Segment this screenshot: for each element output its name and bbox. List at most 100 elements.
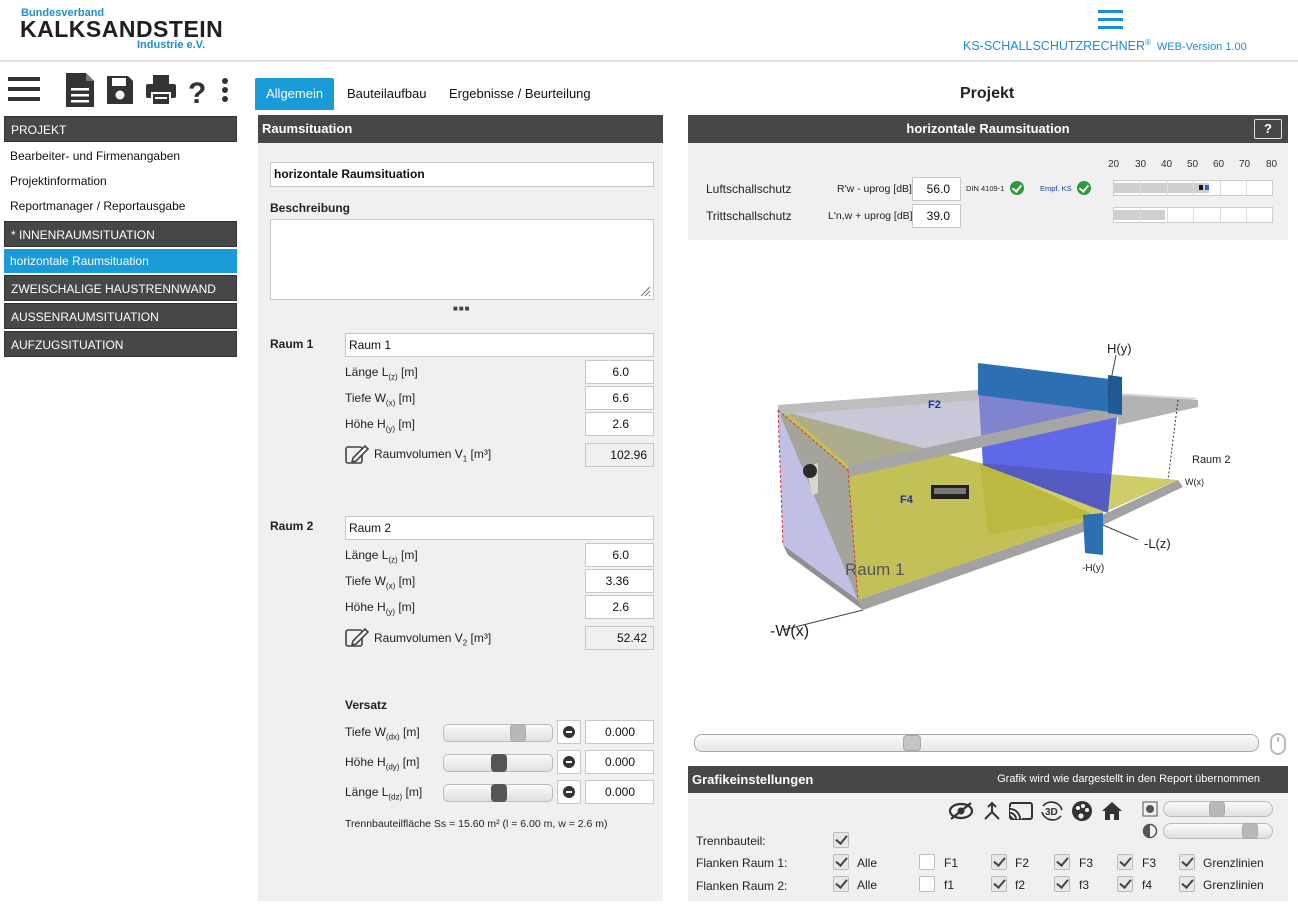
sidebar-item-horizontale[interactable]: horizontale Raumsituation [4,249,237,273]
label-hy: H(y) [1107,341,1132,356]
flank1-f3b-label: F3 [1142,856,1157,870]
offset-dy-input[interactable]: 0.000 [585,750,654,774]
contrast-thumb[interactable] [1242,823,1258,839]
print-icon[interactable] [145,72,177,108]
flank1-label: Flanken Raum 1: [696,856,788,870]
sidebar-item-projektinformation[interactable]: Projektinformation [4,169,237,194]
room1-volume-label: Raumvolumen V1 [m³] [374,447,492,464]
sidebar-header-project[interactable]: PROJEKT [4,116,237,142]
room2-length-input[interactable]: 6.0 [585,543,654,567]
room2-name-input[interactable]: Raum 2 [345,516,654,540]
hide-eye-icon[interactable] [948,801,974,821]
mouse-icon[interactable] [1270,733,1286,755]
flank1-f3b-checkbox[interactable] [1117,854,1133,870]
3d-view-icon[interactable]: 3D [1038,798,1066,824]
flank1-f3-checkbox[interactable] [1054,854,1070,870]
offset-dy-thumb[interactable] [491,754,507,772]
offset-dz-slider[interactable] [443,784,553,802]
scale-70: 70 [1239,159,1251,170]
offset-dz-input[interactable]: 0.000 [585,780,654,804]
room2-height-input[interactable]: 2.6 [585,595,654,619]
flank2-f2-checkbox[interactable] [991,876,1007,892]
sidebar-header-aussenraum[interactable]: AUSSENRAUMSITUATION [4,303,237,329]
tab-bauteilaufbau[interactable]: Bauteilaufbau [347,78,427,110]
contrast-slider[interactable] [1163,823,1273,839]
help-icon[interactable]: ? [187,72,209,110]
label-lz: -L(z) [1144,536,1171,551]
flank1-alle-checkbox[interactable] [833,854,849,870]
room1-name-input[interactable]: Raum 1 [345,333,654,357]
cast-icon[interactable] [1008,800,1034,822]
flank2-f4-checkbox[interactable] [1117,876,1133,892]
flank2-alle-checkbox[interactable] [833,876,849,892]
axes-icon[interactable] [982,801,1002,821]
results-header: horizontale Raumsituation ? [688,115,1288,143]
brightness-thumb[interactable] [1209,801,1225,817]
offset-dx-label: Tiefe W(dx) [m] [345,725,420,742]
tab-ergebnisse[interactable]: Ergebnisse / Beurteilung [449,78,591,110]
label-f4: F4 [900,494,914,506]
scale-60: 60 [1213,159,1225,170]
palette-icon[interactable] [1071,800,1093,822]
flank1-grenzlinien-label: Grenzlinien [1203,856,1264,870]
label-mhy: -H(y) [1082,563,1104,574]
trennbauteil-label: Trennbauteil: [696,834,766,848]
main-menu-icon[interactable] [1098,10,1123,30]
scale-80: 80 [1266,159,1278,170]
home-icon[interactable] [1100,800,1124,822]
graphic-rotation-slider[interactable] [694,734,1259,752]
results-help-button[interactable]: ? [1254,119,1282,139]
room1-length-input[interactable]: 6.0 [585,360,654,384]
minus-icon [563,786,575,798]
flank2-grenzlinien-checkbox[interactable] [1179,876,1195,892]
beschreibung-label: Beschreibung [270,201,351,215]
sidebar-item-bearbeiter[interactable]: Bearbeiter- und Firmenangaben [4,144,237,169]
airborne-bar-fill [1114,183,1209,193]
flank1-grenzlinien-checkbox[interactable] [1179,854,1195,870]
offset-dy-slider[interactable] [443,754,553,772]
sidebar-header-haustrennwand[interactable]: ZWEISCHALIGE HAUSTRENNWAND [4,275,237,301]
flank2-f1-checkbox[interactable] [919,876,935,892]
offset-dz-thumb[interactable] [491,784,507,802]
menu-icon[interactable] [8,72,40,108]
offset-dy-label: Höhe H(dy) [m] [345,755,420,772]
offset-dx-minus-button[interactable] [557,720,581,744]
room1-height-label: Höhe H(y) [m] [345,417,416,434]
flank2-f3-checkbox[interactable] [1054,876,1070,892]
resize-grip-icon[interactable] [639,285,651,297]
edit-volume-icon[interactable] [345,443,369,465]
sidebar-header-aufzug[interactable]: AUFZUGSITUATION [4,331,237,357]
situation-name-input[interactable]: horizontale Raumsituation [270,162,654,187]
room1-depth-input[interactable]: 6.6 [585,386,654,410]
new-document-icon[interactable] [64,72,96,108]
room1-height-input[interactable]: 2.6 [585,412,654,436]
empf-label: Empf. KS [1040,184,1072,193]
beschreibung-textarea[interactable] [270,219,654,300]
sidebar-header-innenraum[interactable]: * INNENRAUMSITUATION [4,221,237,247]
scale-30: 30 [1135,159,1147,170]
graphic-rotation-thumb[interactable] [903,735,921,751]
room2-volume-value: 52.42 [585,626,654,650]
airborne-formula: R'w - uprog [dB] [837,183,912,195]
flank1-f1-checkbox[interactable] [919,854,935,870]
more-options-icon[interactable] [220,72,230,108]
airborne-marker-din [1199,185,1203,190]
edit-volume-icon[interactable] [345,626,369,648]
brightness-slider[interactable] [1163,801,1273,817]
tab-allgemein[interactable]: Allgemein [255,78,335,110]
offset-dx-input[interactable]: 0.000 [585,720,654,744]
flank2-label: Flanken Raum 2: [696,879,788,893]
trennbauteil-checkbox[interactable] [833,832,849,848]
offset-dx-thumb[interactable] [510,724,526,742]
flank1-f2-checkbox[interactable] [991,854,1007,870]
save-icon[interactable] [106,72,134,108]
sidebar-item-reportmanager[interactable]: Reportmanager / Reportausgabe [4,194,237,219]
more-indicator[interactable]: ■■■ [453,304,471,313]
offset-dz-minus-button[interactable] [557,780,581,804]
label-raum2: Raum 2 [1192,454,1231,466]
offset-dx-slider[interactable] [443,724,553,742]
flank2-f3-label: f3 [1079,878,1090,892]
offset-dy-minus-button[interactable] [557,750,581,774]
room2-depth-input[interactable]: 3.36 [585,569,654,593]
room-3d-graphic[interactable]: H(y) F2 Raum 2 W(x) F4 -L(z) -H(y) Raum … [688,245,1288,725]
